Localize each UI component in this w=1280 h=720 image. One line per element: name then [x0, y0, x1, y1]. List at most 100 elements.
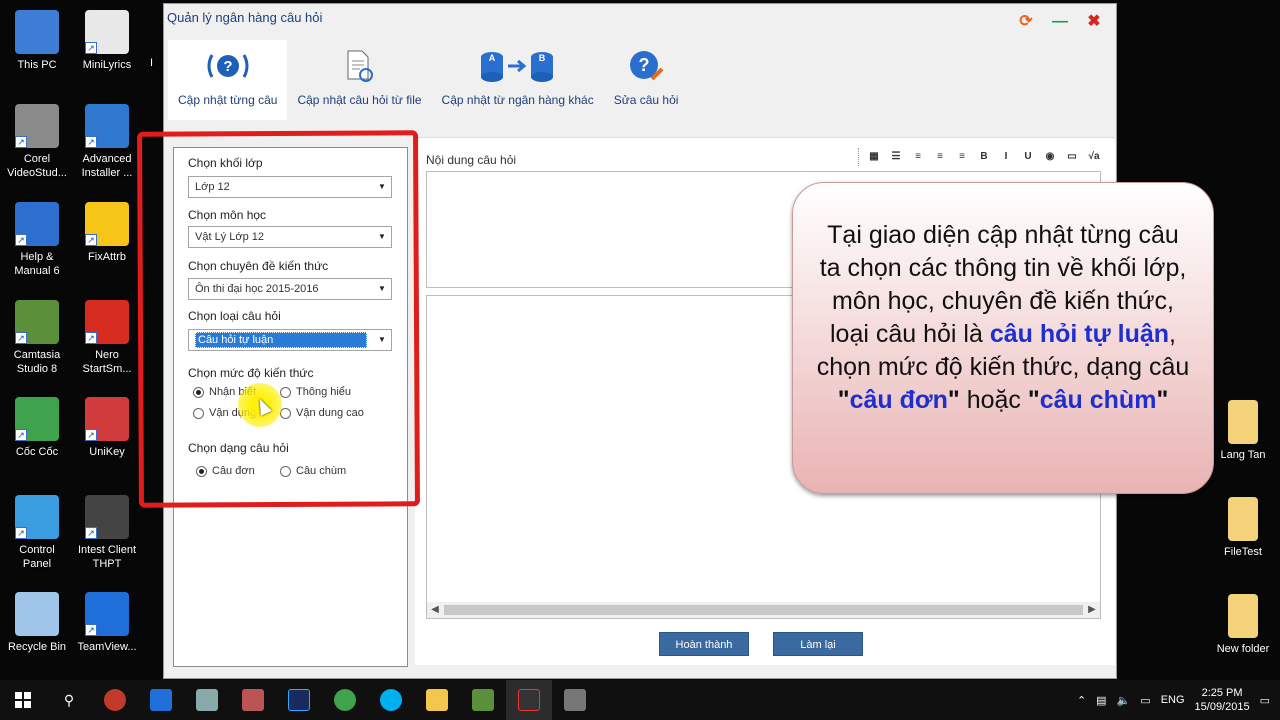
clock-time: 2:25 PM: [1201, 687, 1243, 699]
desktop-icon[interactable]: ↗ Nero StartSm...: [70, 300, 144, 376]
color-icon[interactable]: ◉: [1041, 148, 1059, 166]
reset-button[interactable]: Làm lại: [773, 632, 863, 656]
callout-text: hoặc: [959, 386, 1028, 414]
app-icon: [15, 10, 59, 54]
desktop-icon[interactable]: ↗ TeamView...: [70, 592, 144, 654]
folder-icon: [1228, 594, 1258, 638]
desktop-icon-label: Lang Tan: [1220, 449, 1266, 461]
shortcut-arrow-icon: ↗: [85, 429, 97, 441]
taskbar-app[interactable]: [184, 680, 230, 720]
desktop-icon[interactable]: This PC: [0, 10, 74, 72]
align-center-icon[interactable]: ≡: [931, 148, 949, 166]
callout-quote: ": [837, 386, 850, 414]
desktop-icon[interactable]: ↗ Cốc Cốc: [0, 397, 74, 459]
app-icon: [242, 689, 264, 711]
desktop-icon[interactable]: ↗ UniKey: [70, 397, 144, 459]
photoshop-icon: [288, 689, 310, 711]
taskbar-app[interactable]: [276, 680, 322, 720]
italic-icon[interactable]: I: [997, 148, 1015, 166]
taskbar-app[interactable]: [552, 680, 598, 720]
insert-table-icon[interactable]: ▭: [1063, 148, 1081, 166]
app-icon: ↗: [85, 202, 129, 246]
desktop-icon[interactable]: ↗ Control Panel: [0, 495, 74, 571]
app-icon: ↗: [85, 495, 129, 539]
scroll-right-icon[interactable]: ▶: [1084, 602, 1100, 618]
scroll-left-icon[interactable]: ◀: [427, 602, 443, 618]
search-button[interactable]: ⚲: [46, 680, 92, 720]
callout-quote: ": [1156, 386, 1169, 414]
taskbar-app[interactable]: [230, 680, 276, 720]
question-circle-icon: ?: [204, 47, 252, 85]
desktop-icon-label: Recycle Bin: [7, 641, 67, 653]
bold-icon[interactable]: B: [975, 148, 993, 166]
database-transfer-icon: A B: [478, 47, 558, 85]
battery-icon[interactable]: ▭: [1140, 694, 1150, 707]
scrollbar-thumb[interactable]: [444, 605, 1083, 615]
underline-icon[interactable]: U: [1019, 148, 1037, 166]
tab-label: Cập nhật từ ngân hàng khác: [441, 93, 594, 107]
app-icon: ↗: [15, 397, 59, 441]
svg-text:A: A: [488, 53, 495, 63]
desktop-icon-label: Control Panel: [19, 544, 55, 570]
windows-icon: [15, 692, 31, 708]
notification-icon[interactable]: ▭: [1260, 694, 1270, 707]
taskbar-app[interactable]: [368, 680, 414, 720]
tab-update-from-bank[interactable]: A B Cập nhật từ ngân hàng khác: [432, 40, 604, 120]
app-icon: ↗: [15, 300, 59, 344]
align-right-icon[interactable]: ≡: [953, 148, 971, 166]
folder-icon: [426, 689, 448, 711]
app-icon: ↗: [15, 495, 59, 539]
refresh-icon[interactable]: ⟳: [1016, 12, 1036, 32]
desktop-icon-label: UniKey: [89, 446, 125, 458]
windows-start-button[interactable]: [0, 680, 46, 720]
horizontal-scrollbar[interactable]: ◀ ▶: [427, 602, 1100, 618]
intest-icon: [518, 689, 540, 711]
formula-icon[interactable]: √a: [1085, 148, 1103, 166]
insert-image-icon[interactable]: ▦: [865, 148, 883, 166]
desktop-icon[interactable]: Recycle Bin: [0, 592, 74, 654]
desktop-icon[interactable]: ↗ Intest Client THPT: [70, 495, 144, 571]
desktop-icon-label: MiniLyrics: [82, 59, 132, 71]
language-indicator[interactable]: ENG: [1161, 694, 1185, 706]
file-refresh-icon: [342, 47, 376, 85]
app-icon: ↗: [85, 104, 129, 148]
tab-label: Cập nhật câu hỏi từ file: [297, 93, 422, 107]
network-icon[interactable]: ▤: [1096, 694, 1106, 707]
svg-text:?: ?: [223, 58, 232, 75]
taskbar-app[interactable]: [460, 680, 506, 720]
align-left-icon[interactable]: ≡: [909, 148, 927, 166]
finish-button[interactable]: Hoàn thành: [659, 632, 749, 656]
desktop-icon-label: Help & Manual 6: [14, 251, 60, 277]
taskbar-app[interactable]: [138, 680, 184, 720]
taskbar-app[interactable]: [92, 680, 138, 720]
bullet-list-icon[interactable]: ☰: [887, 148, 905, 166]
clock[interactable]: 2:25 PM 15/09/2015: [1195, 686, 1250, 714]
volume-icon[interactable]: 🔈: [1117, 694, 1131, 707]
taskbar-app-active[interactable]: [506, 680, 552, 720]
shortcut-arrow-icon: ↗: [85, 42, 97, 54]
desktop-folder[interactable]: FileTest: [1206, 497, 1280, 559]
minimize-button[interactable]: —: [1050, 12, 1070, 32]
desktop-icon[interactable]: ↗ Help & Manual 6: [0, 202, 74, 278]
taskbar-app[interactable]: [322, 680, 368, 720]
app-icon: ↗: [15, 104, 59, 148]
close-button[interactable]: ✖: [1084, 12, 1104, 32]
chevron-up-icon[interactable]: ⌃: [1077, 694, 1086, 707]
desktop-icon[interactable]: ↗ Camtasia Studio 8: [0, 300, 74, 376]
tab-edit-question[interactable]: ? Sửa câu hỏi: [604, 40, 689, 120]
search-icon: ⚲: [63, 691, 75, 708]
desktop-icon[interactable]: ↗ Advanced Installer ...: [70, 104, 144, 180]
desktop-folder[interactable]: Lang Tan: [1206, 400, 1280, 462]
desktop-icon[interactable]: ↗ MiniLyrics: [70, 10, 144, 72]
main-toolbar: ? Cập nhật từng câu Cập nhật câu hỏi từ …: [168, 40, 688, 120]
taskbar-app[interactable]: [414, 680, 460, 720]
tutorial-callout: Tại giao diện cập nhật từng câu ta chọn …: [792, 182, 1214, 494]
taskbar: ⚲ ⌃ ▤ 🔈 ▭ ENG 2:25 PM 15/09/2015 ▭: [0, 680, 1280, 720]
app-icon: ↗: [85, 10, 129, 54]
tab-update-single[interactable]: ? Cập nhật từng câu: [168, 40, 288, 120]
desktop-icon[interactable]: ↗ FixAttrb: [70, 202, 144, 264]
tab-update-from-file[interactable]: Cập nhật câu hỏi từ file: [287, 40, 431, 120]
desktop-icon-label: This PC: [17, 59, 57, 71]
desktop-folder[interactable]: New folder: [1206, 594, 1280, 656]
desktop-icon[interactable]: ↗ Corel VideoStud...: [0, 104, 74, 180]
